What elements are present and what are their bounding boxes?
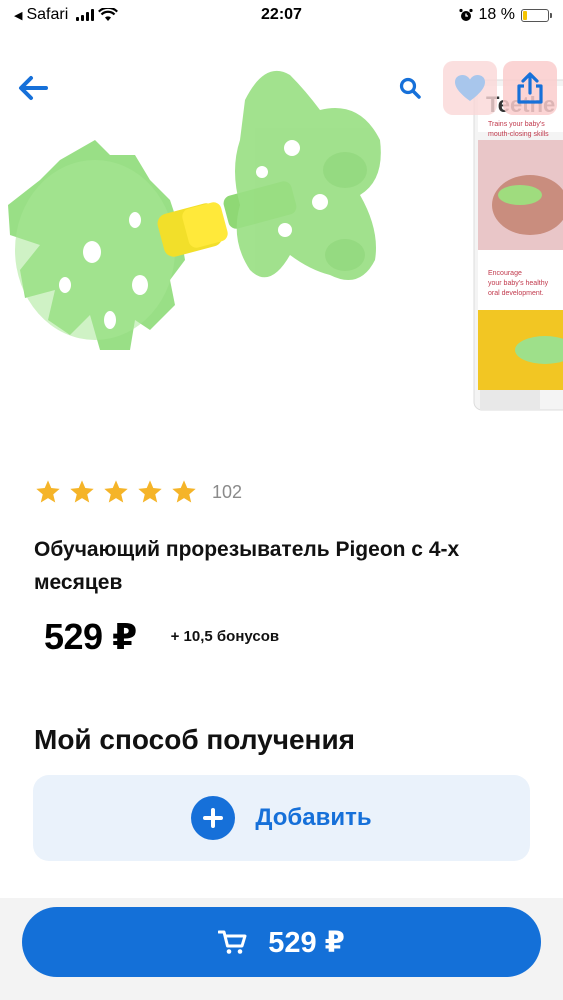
add-delivery-label: Добавить <box>255 804 372 831</box>
battery-percent: 18 % <box>478 6 515 23</box>
plus-icon <box>191 796 236 840</box>
product-title: Обучающий прорезыватель Pigeon с 4-х мес… <box>34 538 460 594</box>
wifi-icon <box>98 8 119 21</box>
add-delivery-button[interactable]: Добавить <box>33 775 530 861</box>
favorite-button[interactable] <box>443 61 497 115</box>
delivery-section-title: Мой способ получения <box>34 724 355 755</box>
back-app-label[interactable]: Safari <box>26 6 68 24</box>
search-icon <box>399 77 421 99</box>
battery-icon <box>521 8 552 22</box>
svg-text:mouth-closing skills: mouth-closing skills <box>488 131 549 138</box>
star-icon <box>138 480 162 503</box>
rating-count[interactable]: 102 <box>212 482 242 503</box>
battery-fill <box>523 10 528 20</box>
star-icon <box>70 480 94 503</box>
product-price: 529 ₽ <box>44 616 137 657</box>
price-row: 529 ₽ + 10,5 бонусов <box>44 616 279 658</box>
share-button[interactable] <box>503 61 557 115</box>
back-to-app-icon[interactable]: ◀ <box>14 9 22 22</box>
arrow-left-icon <box>19 76 48 100</box>
svg-text:oral development.: oral development. <box>488 290 544 297</box>
svg-text:your baby's healthy: your baby's healthy <box>488 280 549 287</box>
bonus-label: + 10,5 бонусов <box>170 628 280 645</box>
alarm-icon <box>458 8 473 21</box>
product-rating[interactable]: 102 <box>34 478 242 506</box>
star-icon <box>172 480 196 503</box>
svg-text:Encourage: Encourage <box>488 270 522 277</box>
signal-icon <box>76 9 95 21</box>
product-gallery[interactable]: Teethe Trains your baby's mouth-closing … <box>0 30 563 430</box>
back-button[interactable] <box>6 61 60 115</box>
status-right: 18 % <box>349 6 552 24</box>
star-icon <box>104 480 128 503</box>
star-icon <box>36 480 60 503</box>
cart-icon <box>218 930 247 954</box>
search-button[interactable] <box>383 61 437 115</box>
add-to-cart-button[interactable]: 529 ₽ <box>22 907 541 977</box>
cart-button-price: 529 ₽ <box>268 926 345 959</box>
heart-icon <box>455 75 485 101</box>
status-bar: ◀ Safari 22:07 18 % <box>0 0 563 30</box>
status-time: 22:07 <box>261 6 302 23</box>
svg-text:Trains your baby's: Trains your baby's <box>488 121 545 128</box>
status-left: ◀ Safari <box>14 6 214 24</box>
share-icon <box>517 72 543 104</box>
